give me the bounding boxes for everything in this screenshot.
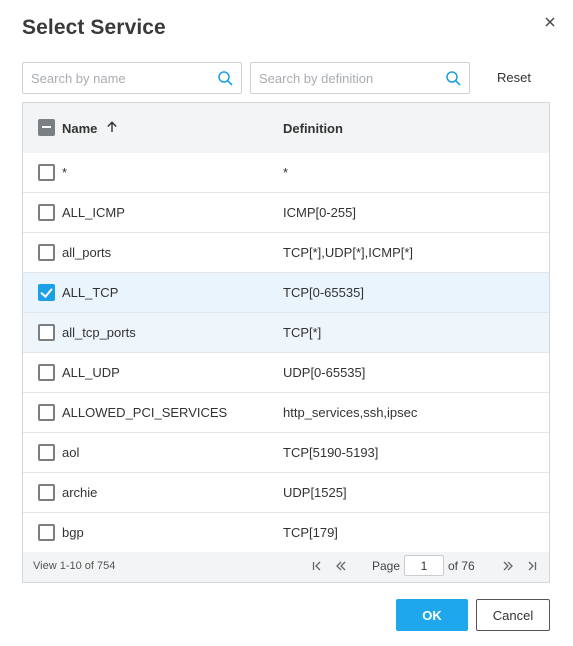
ok-button[interactable]: OK (396, 599, 468, 631)
row-checkbox[interactable] (38, 324, 55, 341)
service-definition: TCP[179] (283, 525, 338, 540)
row-checkbox[interactable] (38, 364, 55, 381)
row-checkbox[interactable] (38, 284, 55, 301)
first-page-icon[interactable] (310, 559, 324, 573)
search-icon[interactable] (445, 70, 461, 86)
row-checkbox[interactable] (38, 204, 55, 221)
table-row[interactable]: aol TCP[5190-5193] (23, 433, 549, 473)
table-row[interactable]: * * (23, 153, 549, 193)
service-name: all_ports (62, 245, 112, 260)
pagination-bar: View 1-10 of 754 Page of 76 (23, 552, 549, 582)
row-checkbox[interactable] (38, 244, 55, 261)
select-all-checkbox[interactable] (38, 119, 55, 136)
service-definition: ICMP[0-255] (283, 205, 356, 220)
search-by-definition-input[interactable] (251, 63, 469, 93)
page-count-label: of 76 (448, 559, 475, 573)
arrow-up-icon[interactable] (105, 120, 119, 134)
service-definition: TCP[0-65535] (283, 285, 364, 300)
row-checkbox[interactable] (38, 524, 55, 541)
view-range-text: View 1-10 of 754 (33, 560, 116, 572)
row-checkbox[interactable] (38, 444, 55, 461)
dialog-title: Select Service (22, 16, 166, 39)
table-row[interactable]: all_tcp_ports TCP[*] (23, 313, 549, 353)
service-definition: TCP[*] (283, 325, 322, 340)
table-row[interactable]: bgp TCP[179] (23, 513, 549, 553)
next-page-icon[interactable] (501, 559, 515, 573)
service-name: ALL_ICMP (62, 205, 125, 220)
table-row[interactable]: ALL_TCP TCP[0-65535] (23, 273, 549, 313)
reset-button[interactable]: Reset (488, 66, 540, 90)
service-name: ALL_TCP (62, 285, 119, 300)
services-table: Name Definition * * ALL_ICMP ICMP[0-255] all… (22, 102, 550, 583)
close-icon[interactable] (541, 13, 559, 31)
table-row[interactable]: ALLOWED_PCI_SERVICES http_services,ssh,ip… (23, 393, 549, 433)
service-name: ALL_UDP (62, 365, 120, 380)
service-definition: UDP[0-65535] (283, 365, 366, 380)
service-name: all_tcp_ports (62, 325, 136, 340)
service-definition: TCP[5190-5193] (283, 445, 379, 460)
table-row[interactable]: all_ports TCP[*],UDP[*],ICMP[*] (23, 233, 549, 273)
cancel-button[interactable]: Cancel (476, 599, 550, 631)
service-name: aol (62, 445, 80, 460)
row-checkbox[interactable] (38, 484, 55, 501)
service-name: archie (62, 485, 98, 500)
service-definition: * (283, 165, 289, 180)
page-number-input[interactable] (404, 555, 444, 576)
service-name: * (62, 165, 68, 180)
table-row[interactable]: archie UDP[1525] (23, 473, 549, 513)
column-header-definition[interactable]: Definition (283, 121, 343, 136)
table-header: Name Definition (23, 103, 549, 153)
service-definition: TCP[*],UDP[*],ICMP[*] (283, 245, 414, 260)
service-name: ALLOWED_PCI_SERVICES (62, 405, 228, 420)
row-checkbox[interactable] (38, 404, 55, 421)
table-row[interactable]: ALL_UDP UDP[0-65535] (23, 353, 549, 393)
last-page-icon[interactable] (525, 559, 539, 573)
search-by-name-input[interactable] (23, 63, 241, 93)
service-name: bgp (62, 525, 84, 540)
search-icon[interactable] (217, 70, 233, 86)
search-by-name-box (22, 62, 242, 94)
column-header-name[interactable]: Name (62, 121, 97, 136)
table-row[interactable]: ALL_ICMP ICMP[0-255] (23, 193, 549, 233)
page-label: Page (372, 559, 401, 573)
row-checkbox[interactable] (38, 164, 55, 181)
service-definition: UDP[1525] (283, 485, 347, 500)
select-service-dialog: Select Service Reset Name Definition * (0, 0, 573, 646)
search-by-definition-box (250, 62, 470, 94)
previous-page-icon[interactable] (334, 559, 348, 573)
service-definition: http_services,ssh,ipsec (283, 405, 418, 420)
